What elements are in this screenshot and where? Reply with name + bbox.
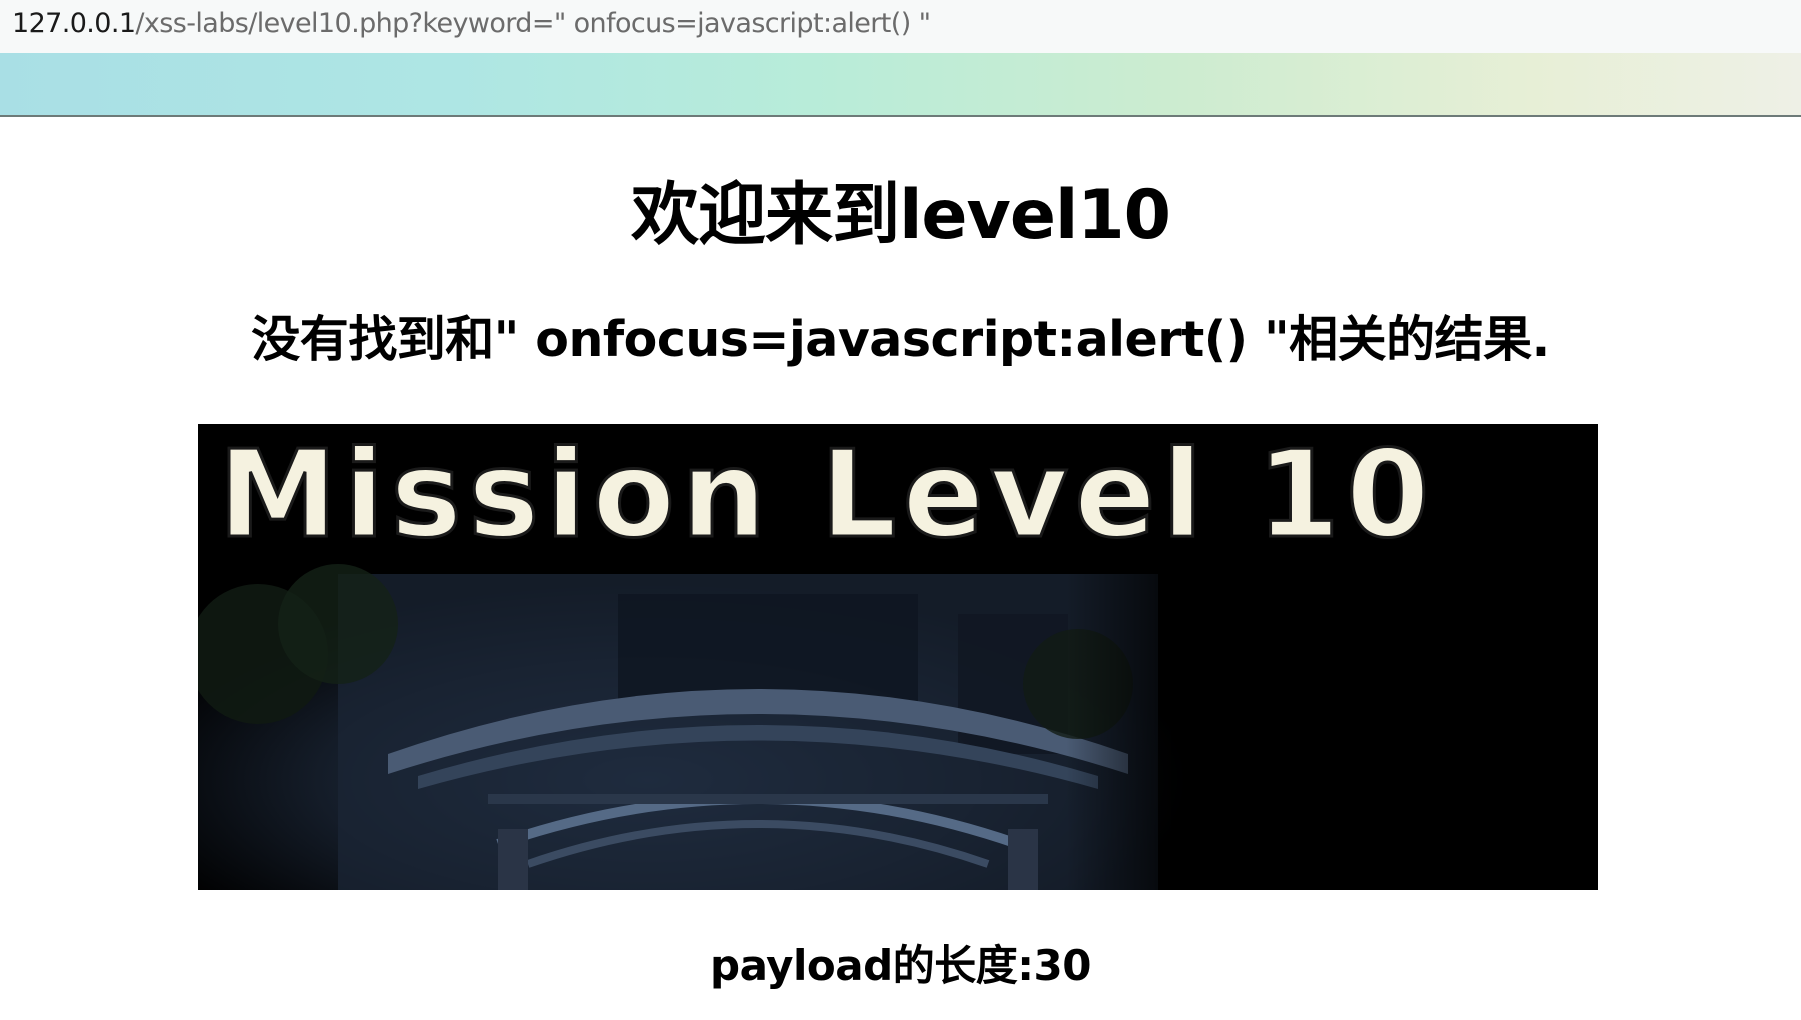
url-host: 127.0.0.1 (12, 8, 136, 39)
payload-length: payload的长度:30 (710, 941, 1091, 990)
level-banner-graphic: Mission Level 10 (198, 424, 1598, 890)
page-content: 欢迎来到level10 没有找到和" onfocus=javascript:al… (0, 118, 1801, 1020)
level-banner-image: Mission Level 10 (198, 424, 1598, 890)
page-header-banner (0, 53, 1801, 117)
url-path: /xss-labs/level10.php?keyword=" onfocus=… (135, 8, 931, 39)
url-text[interactable]: 127.0.0.1/xss-labs/level10.php?keyword="… (12, 6, 931, 42)
page-title: 欢迎来到level10 (631, 176, 1171, 255)
address-bar[interactable]: 127.0.0.1/xss-labs/level10.php?keyword="… (0, 0, 1801, 53)
banner-title-text: Mission Level 10 (218, 426, 1436, 565)
search-result-text: 没有找到和" onfocus=javascript:alert() "相关的结果… (251, 311, 1550, 368)
